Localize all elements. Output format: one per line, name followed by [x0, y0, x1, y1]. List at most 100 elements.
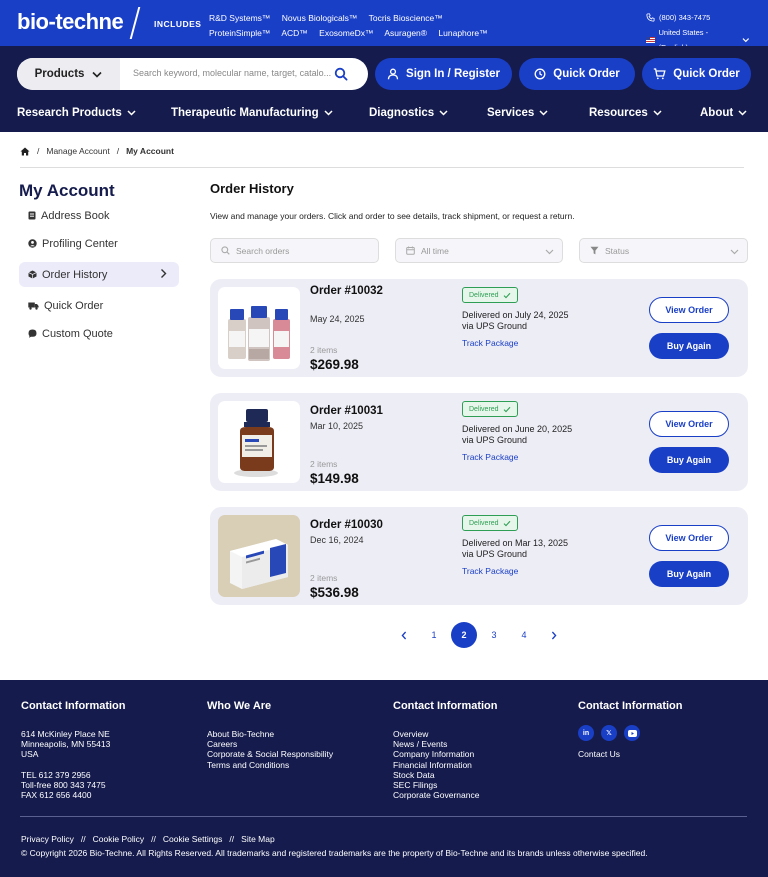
- breadcrumb-manage-account[interactable]: Manage Account: [46, 146, 109, 156]
- brand-link[interactable]: ACD™: [281, 28, 307, 38]
- pagination-page[interactable]: 3: [481, 622, 507, 648]
- track-package-link[interactable]: Track Package: [462, 338, 518, 348]
- chevron-down-icon: [742, 38, 750, 43]
- buy-again-button[interactable]: Buy Again: [649, 333, 729, 359]
- footer-link[interactable]: Careers: [207, 739, 333, 749]
- view-order-button[interactable]: View Order: [649, 297, 729, 323]
- pagination-page-current[interactable]: 2: [451, 622, 477, 648]
- address-line: 614 McKinley Place NE: [21, 729, 110, 739]
- quick-order-button[interactable]: Quick Order: [519, 58, 635, 90]
- truck-icon: [28, 302, 39, 310]
- footer-link[interactable]: Corporate Governance: [393, 790, 498, 800]
- nav-research-products[interactable]: Research Products: [17, 107, 136, 119]
- status-badge: Delivered: [462, 287, 518, 303]
- check-icon: [503, 292, 510, 298]
- view-order-button[interactable]: View Order: [649, 525, 729, 551]
- phone-line[interactable]: Toll-free 800 343 7475: [21, 780, 126, 790]
- product-category-select[interactable]: Products: [17, 58, 120, 90]
- privacy-policy-link[interactable]: Privacy Policy: [21, 834, 74, 844]
- track-package-link[interactable]: Track Package: [462, 566, 518, 576]
- cookie-settings-link[interactable]: Cookie Settings: [163, 834, 223, 844]
- track-package-link[interactable]: Track Package: [462, 452, 518, 462]
- footer-link[interactable]: About Bio-Techne: [207, 729, 333, 739]
- order-card[interactable]: Order #10030 Dec 16, 2024 2 items $536.9…: [210, 507, 748, 605]
- phone-line[interactable]: TEL 612 379 2956: [21, 770, 126, 780]
- chevron-left-icon: [401, 631, 407, 639]
- sidebar-item-custom-quote[interactable]: Custom Quote: [19, 321, 179, 346]
- footer-social-column: Contact Information in 𝕏 Contact Us: [578, 700, 683, 759]
- order-number[interactable]: Order #10030: [310, 519, 430, 532]
- footer-link[interactable]: Overview: [393, 729, 498, 739]
- status-filter-select[interactable]: Status: [579, 238, 748, 263]
- brand-link[interactable]: Lunaphore™: [438, 28, 487, 38]
- footer-link[interactable]: Corporate & Social Responsibility: [207, 749, 333, 759]
- footer-link[interactable]: Company Information: [393, 749, 498, 759]
- linkedin-icon[interactable]: in: [578, 725, 594, 741]
- brand-link[interactable]: ProteinSimple™: [209, 28, 270, 38]
- brand-link[interactable]: ExosomeDx™: [319, 28, 373, 38]
- order-total: $269.98: [310, 357, 359, 372]
- buy-again-button[interactable]: Buy Again: [649, 561, 729, 587]
- pagination-prev[interactable]: [391, 622, 417, 648]
- sidebar-item-quick-order[interactable]: Quick Order: [19, 293, 179, 318]
- nav-services[interactable]: Services: [487, 107, 548, 119]
- action-bar: Products Search keyword, molecular name,…: [0, 46, 768, 98]
- buy-again-button[interactable]: Buy Again: [649, 447, 729, 473]
- footer-heading: Contact Information: [578, 700, 683, 712]
- bio-techne-logo[interactable]: bio-techne: [17, 9, 124, 35]
- brand-link[interactable]: Asuragen®: [384, 28, 427, 38]
- phone-line: FAX 612 656 4400: [21, 790, 92, 801]
- sidebar-item-order-history[interactable]: Order History: [19, 262, 179, 287]
- nav-diagnostics[interactable]: Diagnostics: [369, 107, 448, 119]
- chevron-down-icon: [127, 110, 136, 116]
- x-icon[interactable]: 𝕏: [601, 725, 617, 741]
- section-description: View and manage your orders. Click and o…: [210, 211, 575, 221]
- footer-who-we-are-column: Who We Are About Bio-Techne Careers Corp…: [207, 700, 333, 770]
- brand-link[interactable]: Tocris Bioscience™: [369, 13, 443, 23]
- cookie-policy-link[interactable]: Cookie Policy: [93, 834, 145, 844]
- order-card[interactable]: Order #10031 Mar 10, 2025 2 items $149.9…: [210, 393, 748, 491]
- clock-icon: [534, 68, 546, 80]
- pagination-next[interactable]: [541, 622, 567, 648]
- footer-link[interactable]: SEC Filings: [393, 780, 498, 790]
- brand-link[interactable]: R&D Systems™: [209, 13, 270, 23]
- address-line: Minneapolis, MN 55413: [21, 739, 111, 750]
- chevron-down-icon: [439, 110, 448, 116]
- nav-about[interactable]: About: [700, 107, 747, 119]
- phone-link[interactable]: (800) 343-7475: [646, 10, 750, 25]
- status-badge: Delivered: [462, 401, 518, 417]
- footer-link[interactable]: Financial Information: [393, 760, 498, 770]
- brand-link[interactable]: Novus Biologicals™: [282, 13, 358, 23]
- quote-bubble-icon: [28, 329, 37, 338]
- date-range-select[interactable]: All time: [395, 238, 563, 263]
- chevron-down-icon: [738, 110, 747, 116]
- footer-divider: [20, 816, 747, 817]
- check-icon: [503, 520, 510, 526]
- order-number[interactable]: Order #10032: [310, 285, 390, 298]
- order-card[interactable]: Order #10032 May 24, 2025 2 items $269.9…: [210, 279, 748, 377]
- footer-contact-column: Contact Information 614 McKinley Place N…: [21, 700, 126, 800]
- sidebar-item-profiling-center[interactable]: Profiling Center: [19, 231, 179, 256]
- sign-in-button[interactable]: Sign In / Register: [375, 58, 512, 90]
- pagination-page[interactable]: 1: [421, 622, 447, 648]
- search-input[interactable]: Search keyword, molecular name, target, …: [133, 68, 331, 78]
- nav-therapeutic-manufacturing[interactable]: Therapeutic Manufacturing: [171, 107, 333, 119]
- address-book-icon: [28, 211, 36, 220]
- youtube-icon[interactable]: [624, 725, 640, 741]
- pagination-page[interactable]: 4: [511, 622, 537, 648]
- order-number[interactable]: Order #10031: [310, 405, 430, 418]
- footer-link[interactable]: Terms and Conditions: [207, 760, 333, 770]
- search-orders-input[interactable]: Search orders: [210, 238, 379, 263]
- footer-link[interactable]: Stock Data: [393, 770, 498, 780]
- nav-resources[interactable]: Resources: [589, 107, 662, 119]
- view-order-button[interactable]: View Order: [649, 411, 729, 437]
- contact-us-link[interactable]: Contact Us: [578, 749, 683, 759]
- sidebar-item-address-book[interactable]: Address Book: [19, 203, 179, 228]
- order-item-count: 2 items: [310, 573, 338, 583]
- site-map-link[interactable]: Site Map: [241, 834, 275, 844]
- product-image-amber-bottle: [218, 401, 300, 483]
- cart-quick-order-button[interactable]: Quick Order: [642, 58, 751, 90]
- search-icon[interactable]: [334, 67, 348, 81]
- home-icon[interactable]: [20, 147, 30, 156]
- footer-link[interactable]: News / Events: [393, 739, 498, 749]
